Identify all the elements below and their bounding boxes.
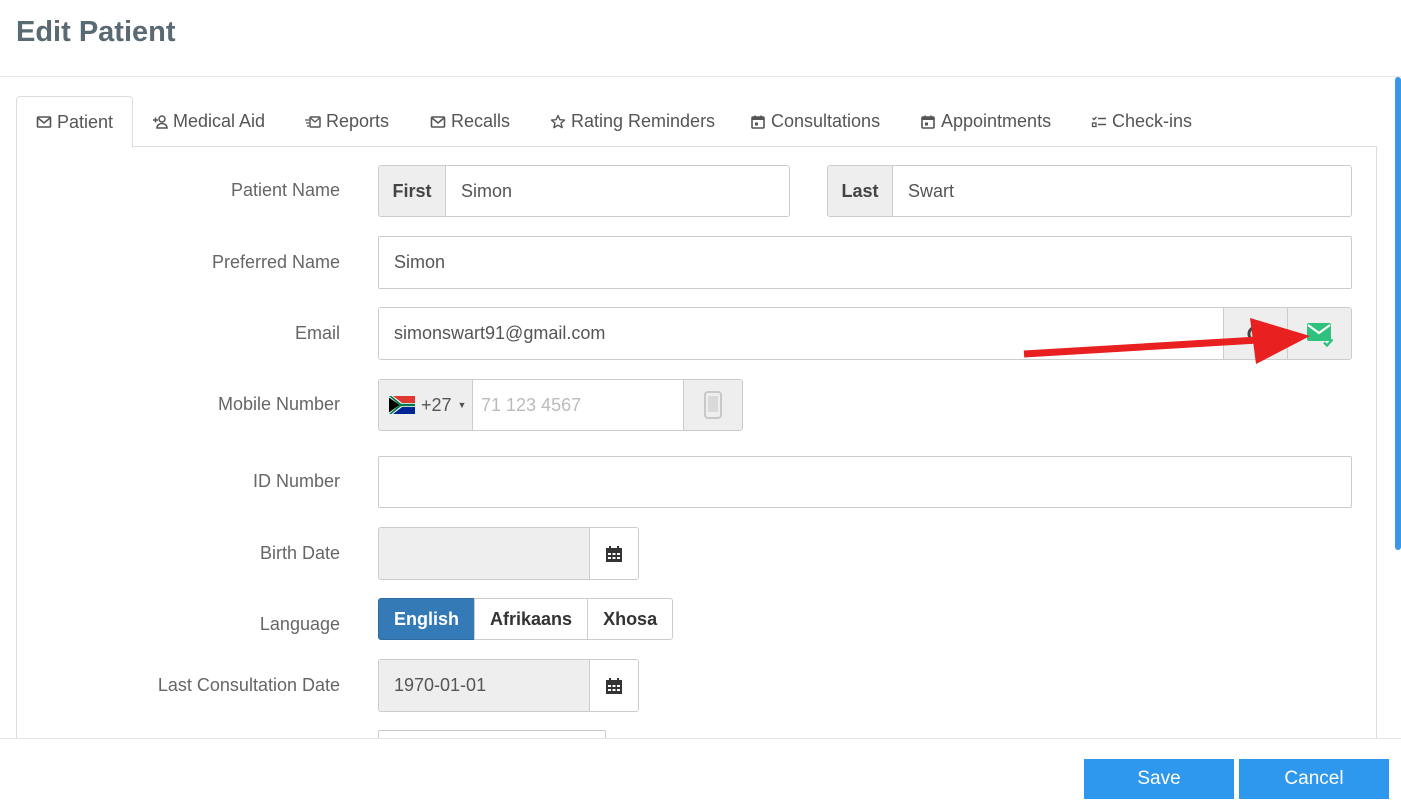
scrollbar-thumb[interactable]	[1395, 77, 1401, 550]
first-name-group: First Simon	[378, 165, 790, 217]
preferred-name-label: Preferred Name	[211, 252, 340, 272]
chevron-down-icon: ▼	[457, 400, 467, 410]
language-label: Language	[259, 614, 340, 634]
tab-recalls[interactable]: Recalls	[426, 96, 514, 147]
refresh-icon	[1247, 325, 1264, 342]
modal-title: Edit Patient	[16, 16, 176, 48]
modal-footer: Save Cancel	[0, 738, 1401, 808]
modal-header: Edit Patient	[0, 0, 1401, 77]
tab-label: Rating Reminders	[571, 111, 716, 131]
cancel-button[interactable]: Cancel	[1239, 759, 1389, 799]
country-code: +27	[421, 394, 452, 415]
patient-name-label: Patient Name	[230, 180, 340, 200]
language-english-button[interactable]: English	[378, 598, 476, 640]
tab-check-ins[interactable]: Check-ins	[1087, 96, 1196, 147]
tab-label: Medical Aid	[173, 111, 266, 131]
tab-bar: Patient Medical Aid Reports Recalls Rati…	[16, 96, 1377, 148]
tab-label: Recalls	[451, 111, 511, 131]
tab-label: Consultations	[771, 111, 881, 131]
envelope-icon	[430, 115, 446, 128]
email-check-icon	[1306, 322, 1333, 347]
birth-date-calendar-button[interactable]	[589, 528, 638, 579]
first-name-addon: First	[379, 166, 446, 216]
last-name-input[interactable]: Swart	[893, 166, 1351, 216]
mobile-number-group: +27 ▼ 71 123 4567	[378, 379, 743, 431]
tab-label: Patient	[57, 111, 114, 132]
last-consultation-date-label: Last Consultation Date	[157, 675, 340, 695]
tab-label: Reports	[326, 111, 390, 131]
calendar-icon	[921, 115, 935, 129]
tab-label: Appointments	[941, 111, 1052, 131]
save-button[interactable]: Save	[1084, 759, 1234, 799]
email-input[interactable]: simonswart91@gmail.com	[379, 308, 1223, 359]
tab-medical-aid[interactable]: Medical Aid	[148, 96, 269, 147]
birth-date-input[interactable]	[379, 528, 589, 579]
birth-date-label: Birth Date	[259, 543, 340, 563]
calendar-icon	[606, 677, 622, 694]
id-number-label: ID Number	[252, 471, 340, 491]
language-afrikaans-button[interactable]: Afrikaans	[474, 598, 589, 640]
refresh-button[interactable]	[1223, 308, 1287, 359]
star-outline-icon	[550, 114, 566, 128]
envelope-icon	[36, 116, 52, 128]
email-label: Email	[294, 323, 340, 343]
south-africa-flag-icon	[389, 396, 415, 414]
mobile-device-button[interactable]	[683, 380, 742, 430]
add-user-icon	[153, 114, 168, 129]
email-verified-button[interactable]	[1287, 308, 1351, 359]
preferred-name-input[interactable]: Simon	[378, 236, 1352, 289]
mobile-number-label: Mobile Number	[217, 394, 340, 414]
tab-consultations[interactable]: Consultations	[746, 96, 884, 147]
last-consultation-date-input[interactable]: 1970-01-01	[379, 660, 589, 711]
tab-reports[interactable]: Reports	[301, 96, 393, 147]
country-code-select[interactable]: +27 ▼	[379, 380, 473, 430]
last-consultation-date-group: 1970-01-01	[378, 659, 639, 712]
calendar-icon	[606, 545, 622, 562]
last-consultation-calendar-button[interactable]	[589, 660, 638, 711]
checklist-icon	[1091, 116, 1106, 127]
language-toggle: English Afrikaans Xhosa	[378, 598, 674, 640]
email-send-icon	[305, 115, 321, 128]
last-name-group: Last Swart	[827, 165, 1352, 217]
mobile-phone-icon	[704, 391, 722, 419]
tab-rating-reminders[interactable]: Rating Reminders	[546, 96, 719, 147]
mobile-number-input[interactable]: 71 123 4567	[473, 380, 683, 430]
last-name-addon: Last	[828, 166, 893, 216]
tab-patient[interactable]: Patient	[16, 96, 134, 148]
tab-appointments[interactable]: Appointments	[916, 96, 1055, 147]
calendar-icon	[751, 115, 765, 129]
first-name-input[interactable]: Simon	[446, 166, 789, 216]
id-number-input[interactable]	[378, 456, 1352, 508]
tab-label: Check-ins	[1112, 111, 1193, 131]
birth-date-group	[378, 527, 639, 580]
email-group: simonswart91@gmail.com	[378, 307, 1352, 360]
language-xhosa-button[interactable]: Xhosa	[587, 598, 674, 640]
